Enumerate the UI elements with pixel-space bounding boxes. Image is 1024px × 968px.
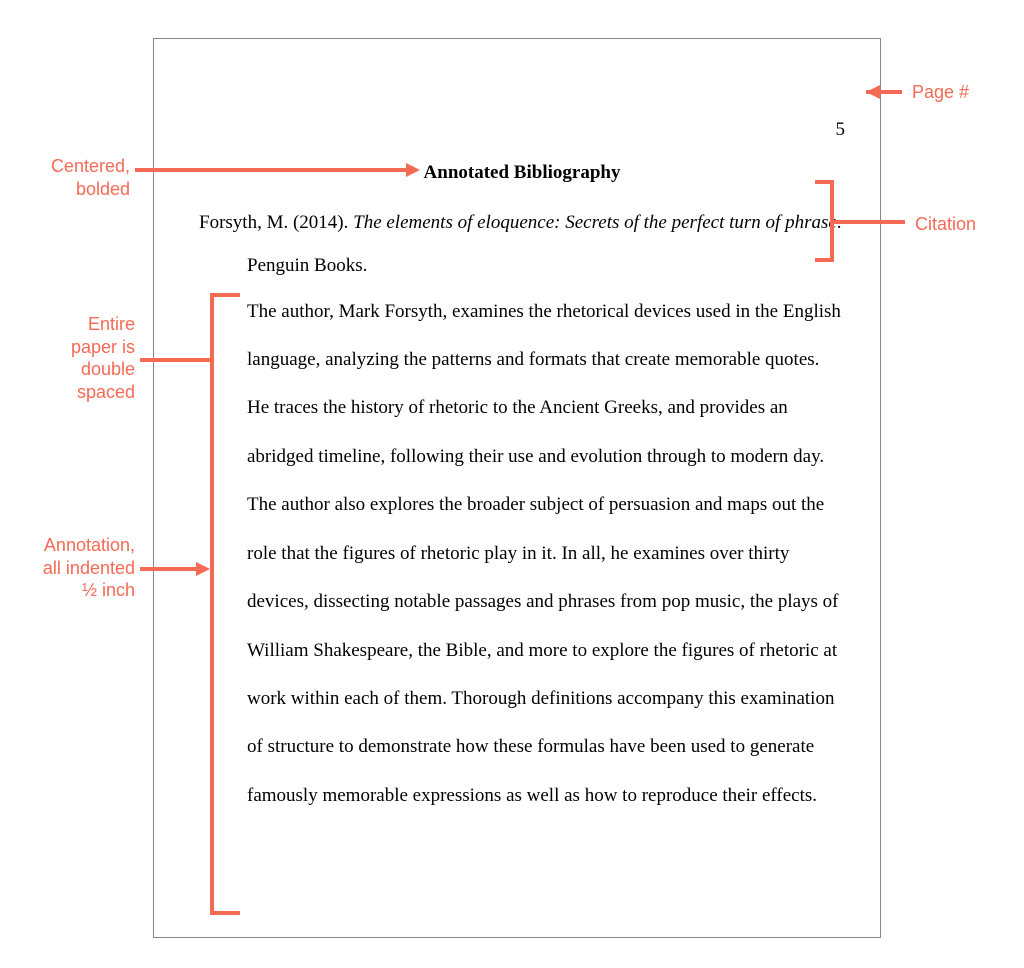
citation-entry: Forsyth, M. (2014). The elements of eloq…	[199, 202, 845, 288]
label-centered-bolded: Centered, bolded	[15, 155, 130, 200]
label-annotation-indent: Annotation, all indented ½ inch	[10, 534, 135, 602]
diagram-canvas: 5 Annotated Bibliography Forsyth, M. (20…	[0, 0, 1024, 968]
citation-title: The elements of eloquence: Secrets of th…	[353, 212, 837, 233]
label-double-spaced: Entire paper is double spaced	[55, 313, 135, 403]
label-citation: Citation	[915, 213, 976, 236]
document-page: 5 Annotated Bibliography Forsyth, M. (20…	[153, 38, 881, 938]
citation-author: Forsyth, M. (2014).	[199, 212, 353, 233]
document-title: Annotated Bibliography	[199, 162, 845, 184]
annotation-text: The author, Mark Forsyth, examines the r…	[199, 288, 845, 821]
page-number: 5	[836, 119, 846, 141]
label-page-number: Page #	[912, 81, 969, 104]
